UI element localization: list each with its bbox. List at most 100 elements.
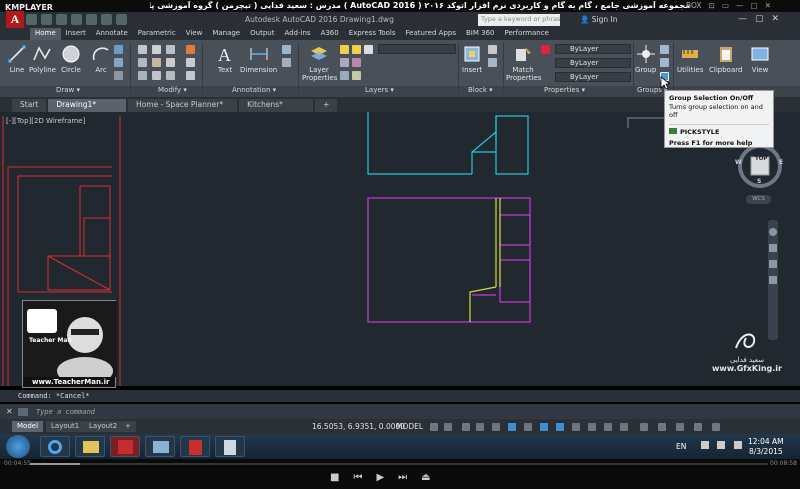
clipboard-button[interactable]: Clipboard	[709, 44, 742, 74]
layer-properties-button[interactable]: Layer Properties	[302, 44, 337, 82]
dynamic-input-icon[interactable]	[476, 423, 484, 431]
layers-panel-label[interactable]: Layers ▾	[365, 86, 394, 94]
isolate-objects-icon[interactable]	[658, 423, 666, 431]
annotation-scale-icon[interactable]	[620, 423, 628, 431]
layer-off-icon[interactable]	[340, 71, 349, 80]
command-customize-icon[interactable]	[18, 408, 28, 416]
seek-bar[interactable]	[30, 463, 768, 465]
customization-icon[interactable]	[712, 423, 720, 431]
layout-tab-layout2[interactable]: Layout2	[84, 421, 123, 432]
application-menu-button[interactable]: A	[6, 11, 24, 28]
tab-annotate[interactable]: Annotate	[91, 28, 133, 40]
workspace-gear-icon[interactable]	[640, 423, 648, 431]
tab-view[interactable]: View	[181, 28, 208, 40]
layer-lock-icon[interactable]	[364, 45, 373, 54]
layer-on-icon[interactable]	[340, 45, 349, 54]
modify-panel-label[interactable]: Modify ▾	[158, 86, 187, 94]
undo-icon[interactable]	[101, 14, 112, 25]
next-icon[interactable]: ⏭	[398, 472, 407, 483]
create-block-icon[interactable]	[488, 45, 497, 54]
stretch-icon[interactable]	[138, 71, 147, 80]
search-input[interactable]: Type a keyword or phrase	[478, 14, 560, 26]
erase-icon[interactable]	[186, 45, 195, 54]
array-icon[interactable]	[166, 71, 175, 80]
rectangle-icon[interactable]	[114, 45, 123, 54]
lineweight-dropdown[interactable]: ByLayer	[555, 58, 631, 68]
file-tab-kitchens[interactable]: Kitchens*	[239, 99, 313, 112]
play-icon[interactable]: ▶	[376, 472, 384, 483]
table-icon[interactable]	[282, 58, 291, 67]
linetype-dropdown[interactable]: ByLayer	[555, 72, 631, 82]
lineweight-icon[interactable]	[572, 423, 580, 431]
taskbar-window[interactable]	[145, 436, 175, 457]
model-space-button[interactable]: MODEL	[396, 422, 423, 431]
nav-zoom-icon[interactable]	[769, 260, 777, 268]
draw-panel-label[interactable]: Draw ▾	[56, 86, 80, 94]
grid-icon[interactable]	[430, 423, 438, 431]
file-tab-space-planner[interactable]: Home - Space Planner*	[128, 99, 238, 112]
polar-icon[interactable]	[508, 423, 516, 431]
command-line[interactable]: ✕ Type a command	[0, 404, 800, 419]
command-close-icon[interactable]: ✕	[6, 407, 13, 416]
circle-button[interactable]: Circle	[61, 44, 81, 74]
match-properties-button[interactable]: Match Properties	[506, 44, 541, 82]
save-icon[interactable]	[56, 14, 67, 25]
more-draw-icon[interactable]	[114, 71, 123, 80]
nav-orbit-icon[interactable]	[769, 276, 777, 284]
infer-icon[interactable]	[462, 423, 470, 431]
navigation-bar[interactable]	[768, 220, 778, 340]
file-tab-drawing1[interactable]: Drawing1*	[48, 99, 127, 112]
arc-button[interactable]: Arc	[91, 44, 111, 74]
wcs-menu[interactable]: WCS	[746, 195, 771, 204]
offset-icon[interactable]	[186, 71, 195, 80]
tab-manage[interactable]: Manage	[207, 28, 245, 40]
tray-flag-icon[interactable]	[700, 441, 709, 449]
layer-unlock-icon[interactable]	[352, 71, 361, 80]
tab-insert[interactable]: Insert	[61, 28, 91, 40]
layer-match-icon[interactable]	[352, 58, 361, 67]
previous-icon[interactable]: ⏮	[353, 472, 362, 483]
tab-a360[interactable]: A360	[316, 28, 344, 40]
ungroup-icon[interactable]	[660, 45, 669, 54]
isodraft-icon[interactable]	[524, 423, 532, 431]
scale-icon[interactable]	[152, 71, 161, 80]
taskbar-acrobat[interactable]	[180, 436, 210, 457]
line-button[interactable]: Line	[7, 44, 27, 74]
properties-panel-label[interactable]: Properties ▾	[544, 86, 585, 94]
save-as-icon[interactable]	[71, 14, 82, 25]
hatch-icon[interactable]	[114, 58, 123, 67]
sign-in-link[interactable]: 👤 Sign In	[580, 15, 617, 24]
insert-button[interactable]: Insert	[462, 44, 482, 74]
file-tab-start[interactable]: Start	[12, 99, 47, 112]
tab-featured-apps[interactable]: Featured Apps	[401, 28, 461, 40]
view-button[interactable]: View	[750, 44, 770, 74]
tab-performance[interactable]: Performance	[499, 28, 553, 40]
command-input[interactable]: Type a command	[36, 408, 95, 416]
taskbar-ie[interactable]	[40, 436, 70, 457]
mirror-icon[interactable]	[152, 58, 161, 67]
open-icon[interactable]	[41, 14, 52, 25]
rotate-icon[interactable]	[152, 45, 161, 54]
taskbar-clock[interactable]: 12:04 AM 8/3/2015	[748, 437, 784, 457]
object-snap-tracking-icon[interactable]	[540, 423, 548, 431]
trim-icon[interactable]	[166, 45, 175, 54]
acad-close-icon[interactable]: ✕	[772, 14, 780, 24]
layer-iso-icon[interactable]	[340, 58, 349, 67]
group-button[interactable]: Group	[635, 44, 656, 74]
language-indicator[interactable]: EN	[676, 442, 686, 451]
acad-restore-icon[interactable]: ▢	[755, 14, 764, 24]
new-tab-button[interactable]: +	[314, 99, 338, 112]
layout-tab-layout1[interactable]: Layout1	[46, 421, 85, 432]
add-layout-button[interactable]: +	[120, 421, 136, 432]
layout-tab-model[interactable]: Model	[12, 421, 44, 432]
ortho-icon[interactable]	[492, 423, 500, 431]
text-button[interactable]: A Text	[215, 44, 235, 74]
polyline-button[interactable]: Polyline	[29, 44, 56, 74]
object-snap-icon[interactable]	[556, 423, 564, 431]
move-icon[interactable]	[138, 45, 147, 54]
layer-dropdown[interactable]	[378, 44, 456, 54]
layer-freeze-icon[interactable]	[352, 45, 361, 54]
start-button[interactable]	[6, 435, 30, 458]
color-dropdown[interactable]: ByLayer	[555, 44, 631, 54]
tab-parametric[interactable]: Parametric	[133, 28, 181, 40]
